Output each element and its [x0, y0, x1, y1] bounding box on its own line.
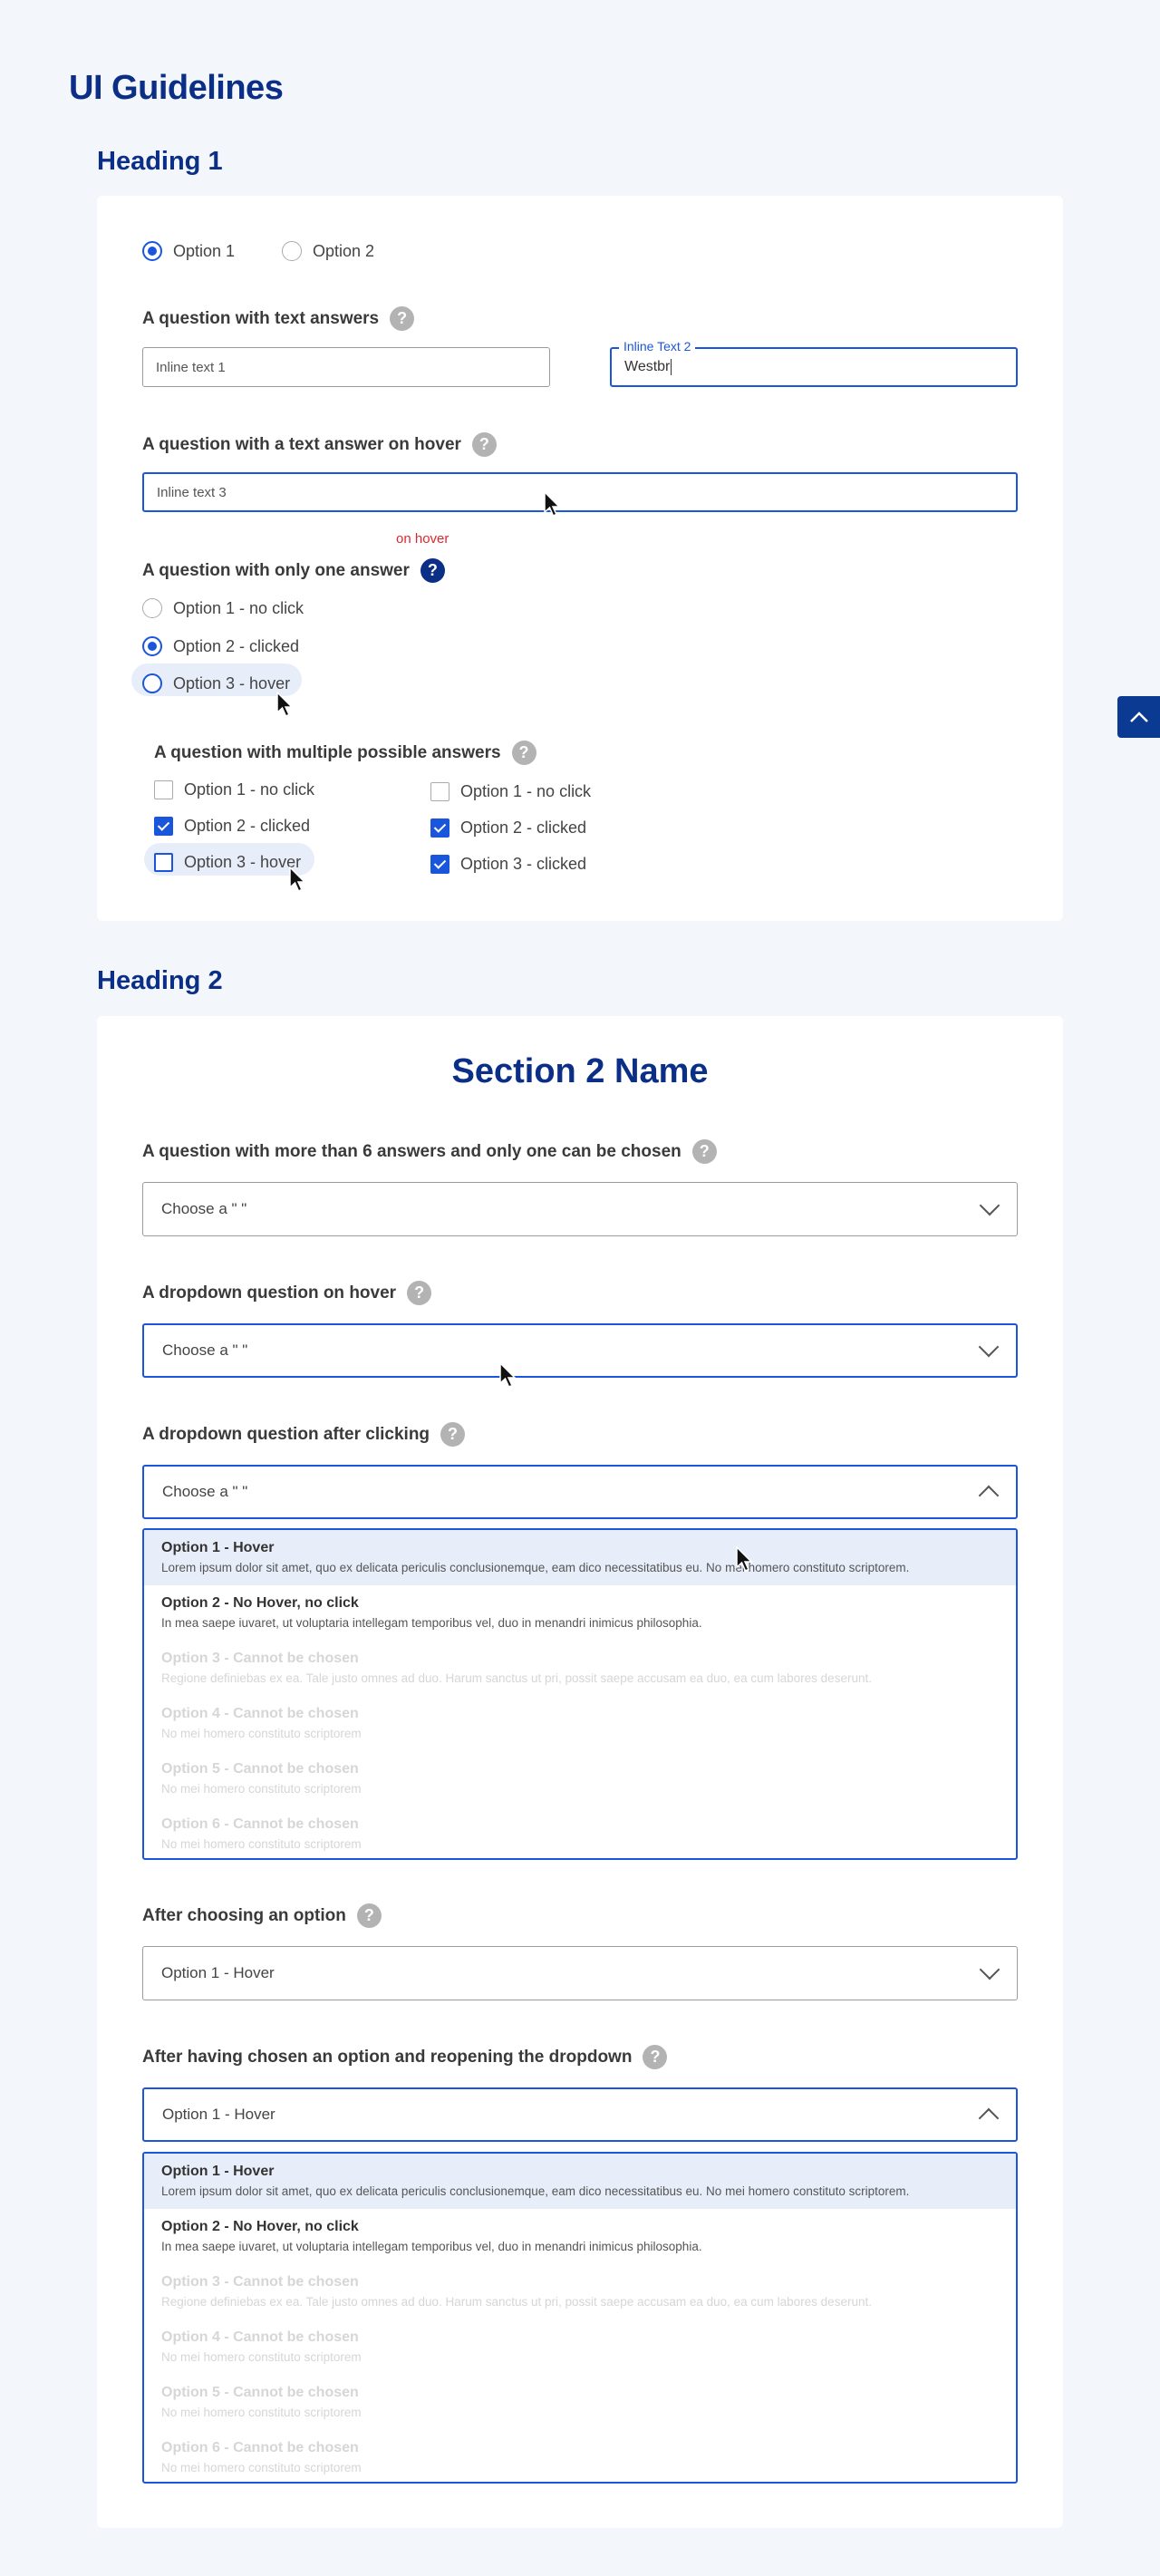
question-dropdown-hover: A dropdown question on hover ? [142, 1281, 432, 1305]
inline-text-2-input[interactable]: Inline Text 2 Westbr [610, 339, 1018, 387]
section-2-card: Section 2 Name A question with more than… [97, 1016, 1063, 2528]
question-more-than-6: A question with more than 6 answers and … [142, 1139, 717, 1164]
dropdown-option-disabled: Option 3 - Cannot be chosen Regione defi… [161, 2274, 872, 2309]
radio-option-1[interactable]: Option 1 [142, 241, 235, 261]
checkbox[interactable] [154, 780, 173, 799]
dropdown-option-disabled: Option 5 - Cannot be chosen No mei homer… [161, 1761, 362, 1796]
dropdown-option[interactable]: Option 1 - Hover Lorem ipsum dolor sit a… [144, 2154, 1016, 2209]
chevron-up-icon [978, 2107, 1000, 2129]
question-dropdown-clicked: A dropdown question after clicking ? [142, 1422, 466, 1447]
chevron-down-icon [979, 1195, 1000, 1216]
help-icon[interactable]: ? [356, 1903, 382, 1928]
dropdown-option-disabled: Option 5 - Cannot be chosen No mei homer… [161, 2385, 362, 2419]
checkbox-col1-option-1[interactable]: Option 1 - no click [154, 780, 314, 799]
checkbox[interactable] [430, 855, 450, 874]
dropdown-option-disabled: Option 6 - Cannot be chosen No mei homer… [161, 1816, 362, 1851]
checkbox[interactable] [154, 853, 173, 872]
dropdown-select-3[interactable]: Choose a " " [142, 1465, 1018, 1519]
chevron-down-icon [978, 1336, 1000, 1358]
chevron-up-icon [1129, 712, 1148, 722]
dropdown-list-2: Option 1 - Hover Lorem ipsum dolor sit a… [142, 2152, 1018, 2484]
dropdown-option-disabled: Option 4 - Cannot be chosen No mei homer… [161, 1706, 362, 1740]
heading-1: Heading 1 [97, 147, 223, 176]
radio-option-hover[interactable]: Option 3 - hover [142, 673, 290, 693]
question-text-hover: A question with a text answer on hover ? [142, 432, 497, 457]
help-icon[interactable]: ? [440, 1422, 466, 1447]
checkbox-col1-option-3[interactable]: Option 3 - hover [154, 853, 301, 872]
checkbox-col2-option-3[interactable]: Option 3 - clicked [430, 855, 586, 874]
checkbox-col2-option-2[interactable]: Option 2 - clicked [430, 818, 586, 838]
mouse-cursor-icon [736, 1546, 753, 1572]
radio-button[interactable] [282, 241, 302, 261]
dropdown-option[interactable]: Option 2 - No Hover, no click In mea sae… [144, 2209, 1016, 2264]
help-icon[interactable]: ? [471, 432, 497, 457]
inline-text-1-input[interactable]: Inline text 1 [142, 347, 550, 387]
question-one-answer: A question with only one answer ? [142, 558, 445, 583]
radio-label: Option 2 [313, 241, 375, 260]
dropdown-select-2[interactable]: Choose a " " [142, 1323, 1018, 1378]
checkbox[interactable] [430, 818, 450, 838]
radio-label: Option 1 [173, 241, 236, 260]
mouse-cursor-icon [289, 867, 306, 892]
dropdown-select-1[interactable]: Choose a " " [142, 1182, 1018, 1236]
inline-text-3-input[interactable]: Inline text 3 [142, 472, 1018, 512]
inline-text-2-label: Inline Text 2 [619, 339, 696, 353]
dropdown-option-disabled: Option 4 - Cannot be chosen No mei homer… [161, 2329, 362, 2364]
section-1-card: Option 1 Option 2 A question with text a… [97, 196, 1063, 921]
mouse-cursor-icon [499, 1362, 517, 1388]
radio-button[interactable] [142, 636, 162, 656]
help-icon[interactable]: ? [407, 1281, 432, 1305]
help-icon[interactable]: ? [420, 558, 445, 583]
dropdown-option[interactable]: Option 1 - Hover Lorem ipsum dolor sit a… [144, 1530, 1016, 1585]
question-text-answers: A question with text answers ? [142, 306, 415, 331]
checkbox-col2-option-1[interactable]: Option 1 - no click [430, 782, 591, 801]
dropdown-list-1: Option 1 - Hover Lorem ipsum dolor sit a… [142, 1528, 1018, 1860]
question-multiple-answers: A question with multiple possible answer… [154, 741, 536, 765]
help-icon[interactable]: ? [691, 1139, 717, 1164]
dropdown-select-5[interactable]: Option 1 - Hover [142, 2087, 1018, 2142]
radio-button[interactable] [142, 673, 162, 693]
mouse-cursor-icon [276, 692, 294, 717]
checkbox[interactable] [154, 817, 173, 836]
radio-option-no-click[interactable]: Option 1 - no click [142, 598, 304, 618]
dropdown-option-disabled: Option 3 - Cannot be chosen Regione defi… [161, 1651, 872, 1685]
dropdown-select-4[interactable]: Option 1 - Hover [142, 1946, 1018, 2000]
dropdown-option-disabled: Option 6 - Cannot be chosen No mei homer… [161, 2440, 362, 2474]
chevron-down-icon [979, 1959, 1000, 1980]
checkbox-col1-option-2[interactable]: Option 2 - clicked [154, 817, 310, 836]
help-icon[interactable]: ? [511, 741, 536, 765]
dropdown-option[interactable]: Option 2 - No Hover, no click In mea sae… [144, 1585, 1016, 1641]
help-icon[interactable]: ? [390, 306, 415, 331]
hover-annotation: on hover [396, 531, 450, 547]
radio-option-clicked[interactable]: Option 2 - clicked [142, 636, 299, 656]
checkbox[interactable] [430, 782, 450, 801]
page-title: UI Guidelines [69, 69, 284, 107]
radio-button[interactable] [142, 241, 162, 261]
heading-2: Heading 2 [97, 966, 223, 995]
radio-option-2[interactable]: Option 2 [282, 241, 374, 261]
question-reopening: After having chosen an option and reopen… [142, 2045, 668, 2069]
help-icon[interactable]: ? [643, 2045, 668, 2069]
text-caret [671, 359, 672, 375]
scroll-to-top-button[interactable] [1117, 696, 1160, 738]
radio-button[interactable] [142, 598, 162, 618]
question-after-choosing: After choosing an option ? [142, 1903, 382, 1928]
mouse-cursor-icon [544, 491, 561, 517]
chevron-up-icon [978, 1485, 1000, 1506]
section-2-name: Section 2 Name [451, 1052, 709, 1090]
